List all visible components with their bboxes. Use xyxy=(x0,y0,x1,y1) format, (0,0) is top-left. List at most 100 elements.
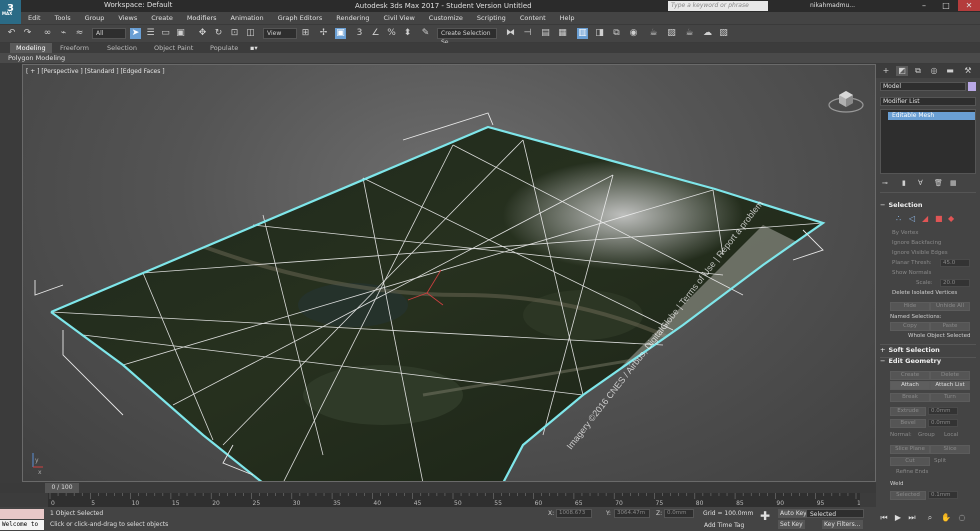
render-production-icon[interactable]: ☕ xyxy=(684,28,695,39)
time-slider-track[interactable]: 0 / 100 xyxy=(0,483,876,493)
menu-graph-editors[interactable]: Graph Editors xyxy=(271,12,330,24)
normal-local-radio[interactable]: Local xyxy=(944,432,958,438)
terrain-mesh[interactable]: Imagery ©2016 CNES / Airbus, DigitalGlob… xyxy=(34,112,826,482)
extrude-spinner[interactable]: 0.0mm xyxy=(928,407,958,415)
tab-populate[interactable]: Populate xyxy=(210,43,238,53)
align-icon[interactable]: ⊣ xyxy=(522,28,533,39)
copy-button[interactable]: Copy xyxy=(890,322,930,331)
add-time-tag[interactable]: Add Time Tag xyxy=(704,522,744,529)
viewcube-icon[interactable] xyxy=(827,83,865,115)
configure-sets-icon[interactable]: ▦ xyxy=(950,179,957,187)
scale-icon[interactable]: ⊡ xyxy=(229,28,240,39)
zoom-icon[interactable]: ⌕ xyxy=(924,513,936,523)
placement-icon[interactable]: ◫ xyxy=(245,28,256,39)
attach-list-button[interactable]: Attach List xyxy=(930,381,970,390)
app-logo[interactable]: 3 MAX xyxy=(0,0,21,24)
set-key-button[interactable]: Set Key xyxy=(778,520,805,529)
slice-button[interactable]: Slice xyxy=(930,445,970,454)
vertex-mode-icon[interactable]: ∴ xyxy=(896,214,901,223)
render-setup-icon[interactable]: ☕ xyxy=(648,28,659,39)
pin-stack-icon[interactable]: ⊸ xyxy=(882,179,888,187)
go-to-end-icon[interactable]: ⏭ xyxy=(906,513,918,523)
break-button[interactable]: Break xyxy=(890,393,930,402)
menu-views[interactable]: Views xyxy=(111,12,144,24)
time-slider[interactable]: 0 / 100 xyxy=(45,483,79,493)
slice-plane-button[interactable]: Slice Plane xyxy=(890,445,930,454)
menu-create[interactable]: Create xyxy=(144,12,180,24)
menu-edit[interactable]: Edit xyxy=(21,12,48,24)
workspace-selector[interactable]: Workspace: Default xyxy=(104,1,172,9)
ignore-backfacing-checkbox[interactable]: Ignore Backfacing xyxy=(892,240,941,246)
selection-rollout-header[interactable]: Selection xyxy=(880,201,922,210)
menu-customize[interactable]: Customize xyxy=(422,12,470,24)
maxscript-listener-top[interactable] xyxy=(0,509,44,519)
curve-editor-icon[interactable]: ◨ xyxy=(594,28,605,39)
viewport-label[interactable]: [ + ] [Perspective ] [Standard ] [Edged … xyxy=(26,68,165,75)
modify-tab-icon[interactable]: ◩ xyxy=(896,66,908,76)
snaps-toggle-icon[interactable]: 3 xyxy=(354,28,365,39)
pivot-center-icon[interactable]: ⊞ xyxy=(300,28,311,39)
redo-icon[interactable]: ↷ xyxy=(22,28,33,39)
tab-object-paint[interactable]: Object Paint xyxy=(154,43,193,53)
scene-canvas[interactable]: Imagery ©2016 CNES / Airbus, DigitalGlob… xyxy=(23,65,876,482)
go-to-start-icon[interactable]: ⏮ xyxy=(878,513,890,523)
layer-explorer-icon[interactable]: ▦ xyxy=(557,28,568,39)
bevel-spinner[interactable]: 0.0mm xyxy=(928,419,958,427)
bevel-button[interactable]: Bevel xyxy=(890,419,926,428)
material-editor-icon[interactable]: ◉ xyxy=(628,28,639,39)
motion-tab-icon[interactable]: ◎ xyxy=(928,66,940,76)
maximize-icon[interactable]: □ xyxy=(935,0,957,11)
frame-ruler[interactable]: 0 5 10 15 20 25 30 35 40 45 50 55 60 65 70 75 80 85 90 95 10… xyxy=(48,493,860,507)
create-tab-icon[interactable]: + xyxy=(880,66,892,76)
perspective-viewport[interactable]: Imagery ©2016 CNES / Airbus, DigitalGlob… xyxy=(22,64,876,482)
select-by-name-icon[interactable]: ☰ xyxy=(145,28,156,39)
tab-freeform[interactable]: Freeform xyxy=(60,43,89,53)
set-key-big-icon[interactable]: ✚ xyxy=(758,510,773,522)
x-coord-field[interactable]: 1008.673 xyxy=(556,509,592,518)
undo-icon[interactable]: ↶ xyxy=(6,28,17,39)
menu-rendering[interactable]: Rendering xyxy=(329,12,376,24)
maxscript-mini-listener[interactable]: Welcome to xyxy=(0,520,44,530)
delete-button[interactable]: Delete xyxy=(930,371,970,380)
menu-modifiers[interactable]: Modifiers xyxy=(180,12,224,24)
orbit-icon[interactable]: ◌ xyxy=(956,513,968,523)
named-selection-sets-dropdown[interactable]: Create Selection Se xyxy=(437,28,497,46)
pan-icon[interactable]: ✋ xyxy=(940,513,952,523)
ribbon-options-icon[interactable]: ▪▾ xyxy=(250,43,258,53)
select-object-icon[interactable]: ➤ xyxy=(130,28,141,39)
play-icon[interactable]: ▶ xyxy=(892,513,904,523)
object-color-swatch[interactable] xyxy=(968,82,976,91)
search-input[interactable]: Type a keyword or phrase xyxy=(668,1,768,11)
show-normals-checkbox[interactable]: Show Normals xyxy=(892,270,931,276)
ignore-visible-edges-checkbox[interactable]: Ignore Visible Edges xyxy=(892,250,948,256)
track-bar[interactable]: 0 5 10 15 20 25 30 35 40 45 50 55 60 65 70 75 80 85 90 95 10… xyxy=(0,493,876,507)
menu-group[interactable]: Group xyxy=(78,12,112,24)
tab-selection[interactable]: Selection xyxy=(107,43,137,53)
keyboard-shortcut-override-icon[interactable]: ▣ xyxy=(335,28,346,39)
edge-mode-icon[interactable]: ◁ xyxy=(909,214,915,223)
selection-filter-dropdown[interactable]: All xyxy=(92,28,126,39)
create-button[interactable]: Create xyxy=(890,371,930,380)
rendered-frame-window-icon[interactable]: ▨ xyxy=(666,28,677,39)
show-end-result-icon[interactable]: ▮ xyxy=(902,179,906,187)
normal-scale-spinner[interactable]: 20.0 xyxy=(940,279,970,287)
move-icon[interactable]: ✥ xyxy=(197,28,208,39)
key-selection-dropdown[interactable]: Selected xyxy=(806,509,864,518)
element-mode-icon[interactable]: ◆ xyxy=(948,214,954,223)
extrude-button[interactable]: Extrude xyxy=(890,407,926,416)
hide-button[interactable]: Hide xyxy=(890,302,930,311)
y-coord-field[interactable]: 3064.47m xyxy=(614,509,650,518)
menu-help[interactable]: Help xyxy=(553,12,582,24)
paste-button[interactable]: Paste xyxy=(930,322,970,331)
display-tab-icon[interactable]: ▬ xyxy=(944,66,956,76)
spinner-snap-icon[interactable]: ⬍ xyxy=(402,28,413,39)
stack-item-editable-mesh[interactable]: Editable Mesh xyxy=(888,112,975,120)
selection-region-icon[interactable]: ▭ xyxy=(160,28,171,39)
select-manipulate-icon[interactable]: ✢ xyxy=(318,28,329,39)
window-crossing-icon[interactable]: ▣ xyxy=(175,28,186,39)
close-icon[interactable]: ✕ xyxy=(958,0,980,11)
z-coord-field[interactable]: 0.0mm xyxy=(664,509,694,518)
unlink-icon[interactable]: ⌁ xyxy=(58,28,69,39)
scene-explorer-icon[interactable]: ▤ xyxy=(540,28,551,39)
schematic-view-icon[interactable]: ⧉ xyxy=(611,28,622,39)
